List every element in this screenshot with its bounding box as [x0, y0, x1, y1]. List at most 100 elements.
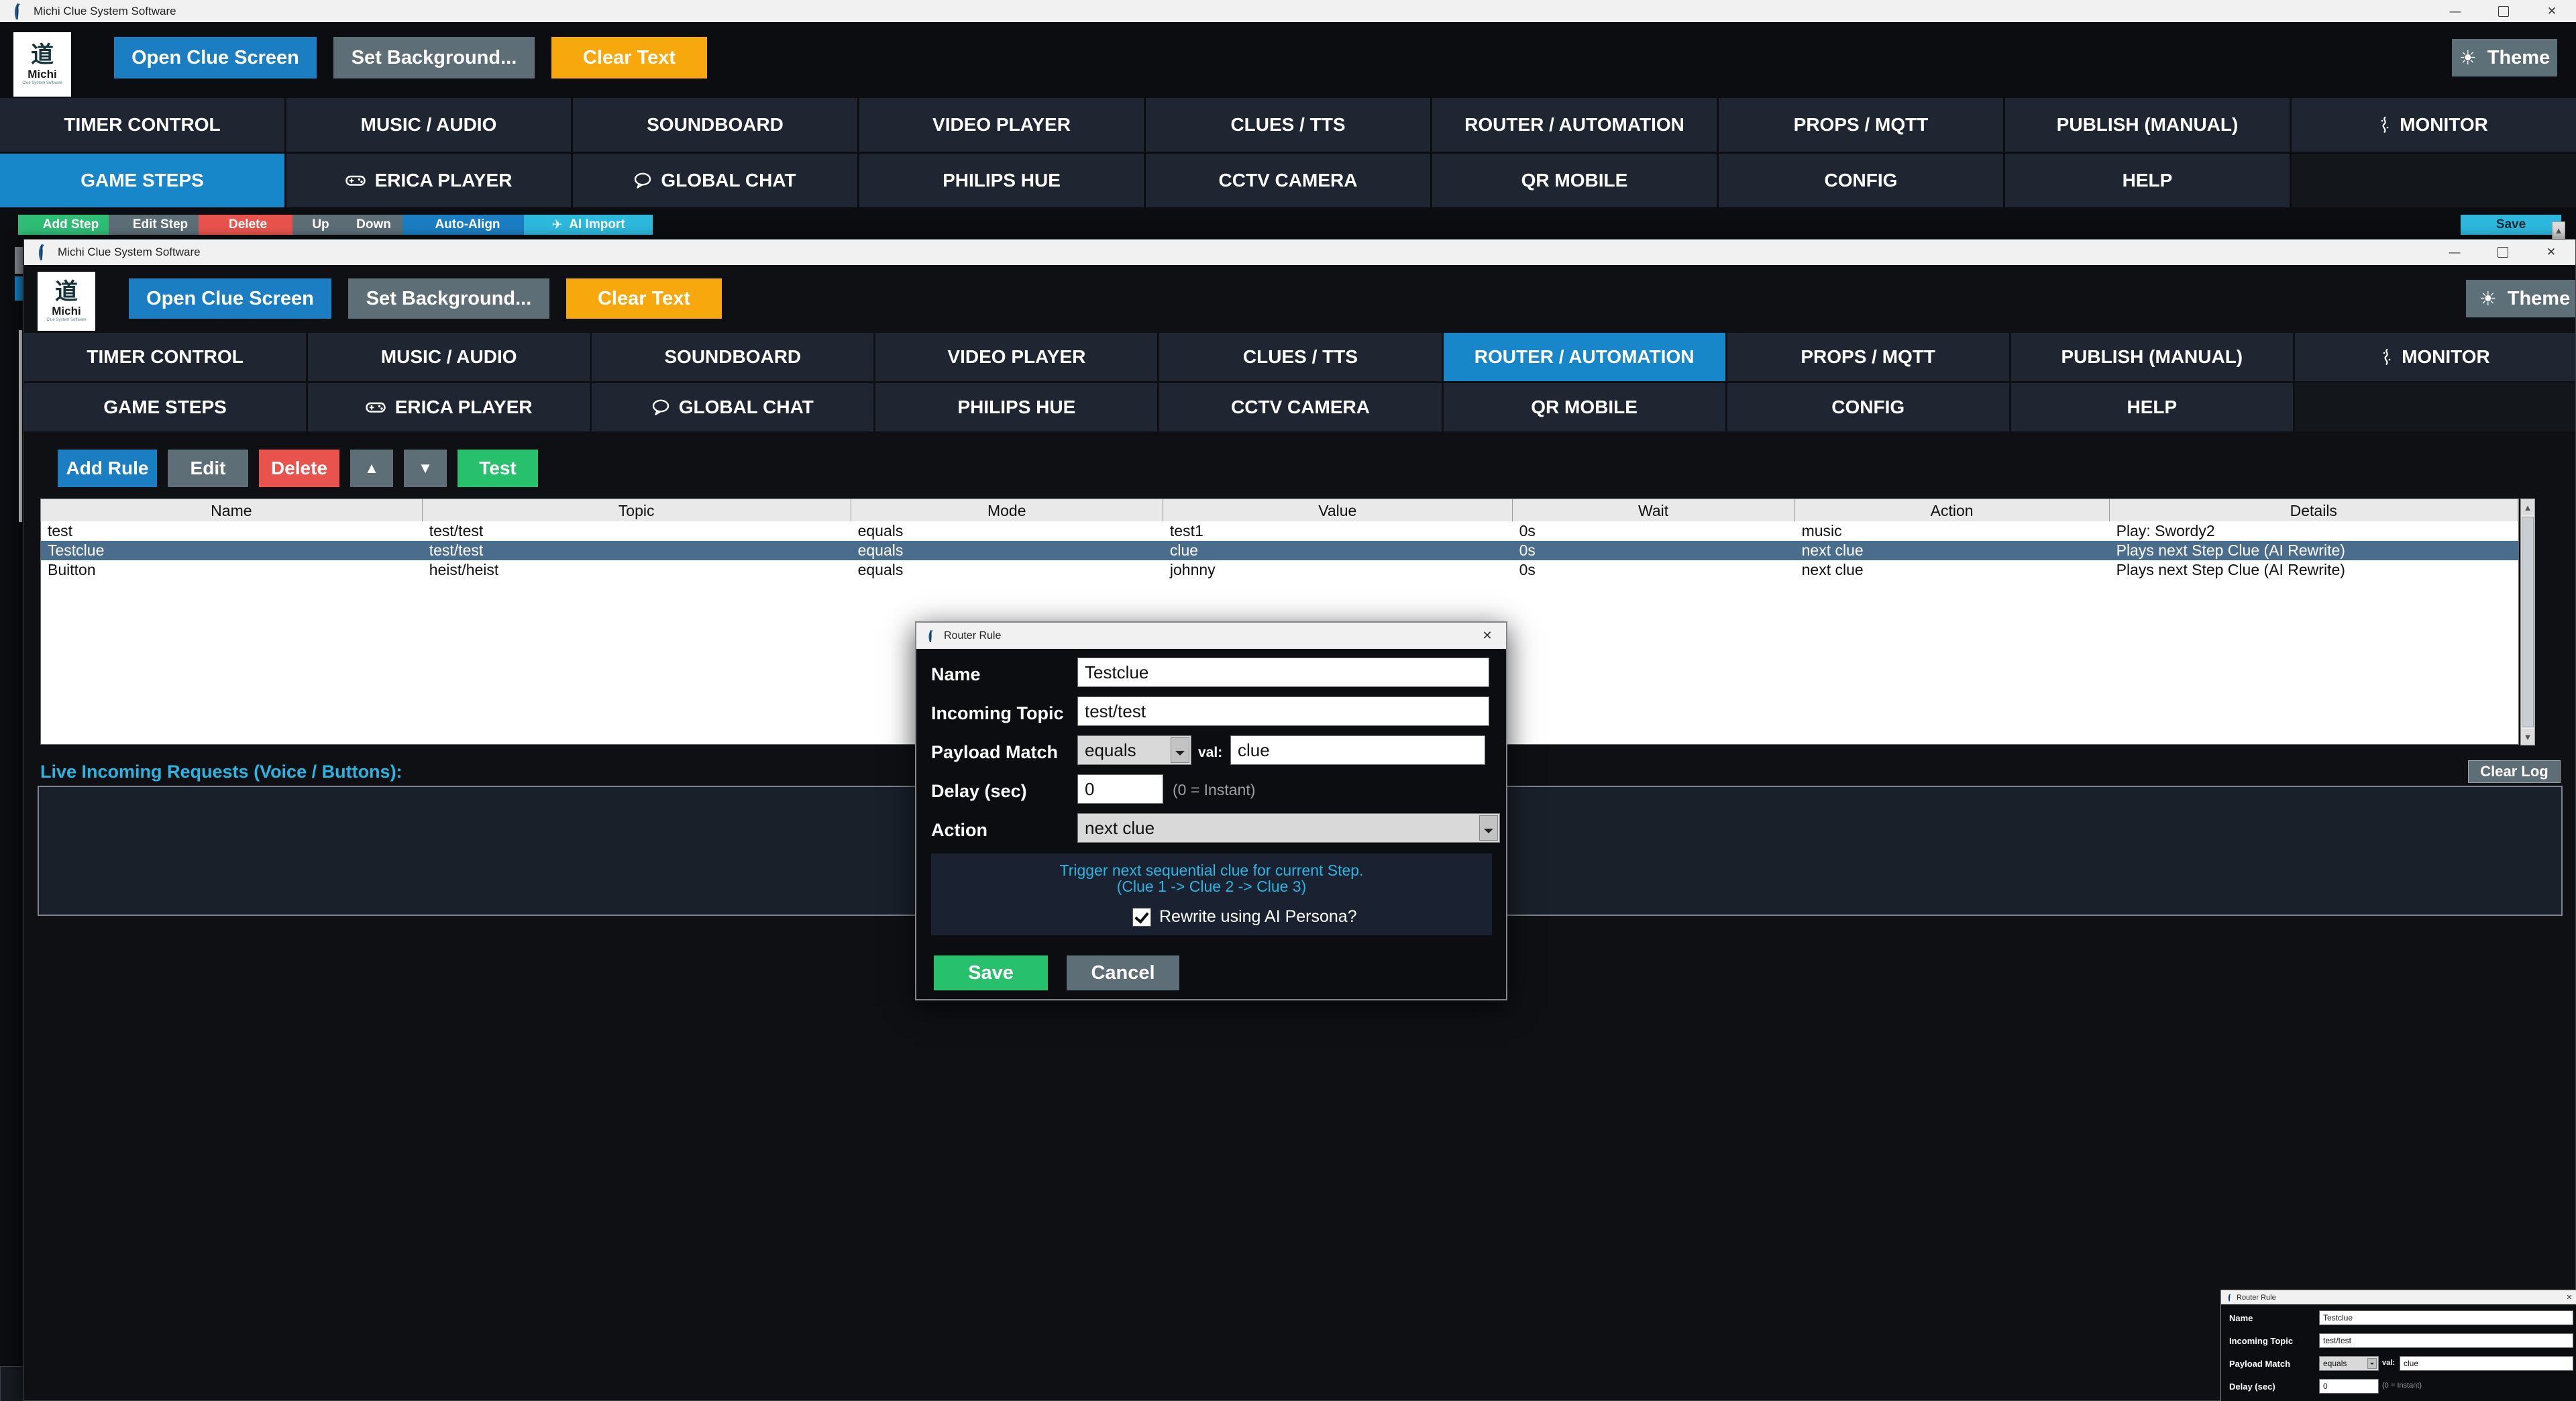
table-row[interactable]: Buittonheist/heistequalsjohnny0snext clu…	[41, 560, 2518, 580]
save-steps-button[interactable]: Save	[2461, 215, 2561, 235]
column-header-mode[interactable]: Mode	[851, 499, 1163, 522]
tab-music-audio[interactable]: MUSIC / AUDIO	[308, 333, 590, 381]
val-input[interactable]: clue	[2400, 1356, 2573, 1371]
delete-rule-button[interactable]: Delete	[259, 450, 339, 487]
tab-philips-hue[interactable]: PHILIPS HUE	[859, 154, 1144, 207]
theme-button[interactable]: ☀ Theme	[2452, 39, 2557, 76]
move-down-button[interactable]: Down	[337, 215, 411, 235]
tab-monitor[interactable]: MONITOR	[2295, 333, 2576, 381]
tab-soundboard[interactable]: SOUNDBOARD	[573, 98, 857, 152]
tab-music-audio[interactable]: MUSIC / AUDIO	[286, 98, 571, 152]
minimize-button[interactable]: —	[2430, 240, 2479, 265]
clear-text-button[interactable]: Clear Text	[551, 37, 707, 79]
scroll-up-icon[interactable]: ▲	[2521, 499, 2534, 515]
open-clue-screen-button[interactable]: Open Clue Screen	[129, 278, 331, 319]
delay-hint: (0 = Instant)	[2382, 1382, 2422, 1390]
tab-timer-control[interactable]: TIMER CONTROL	[0, 98, 284, 152]
tab-monitor[interactable]: MONITOR	[2292, 98, 2576, 152]
payload-match-select[interactable]: equals	[2319, 1356, 2379, 1371]
scroll-down-icon[interactable]: ▼	[2521, 729, 2534, 745]
tab-erica-player[interactable]: ERICA PLAYER	[286, 154, 571, 207]
tab-cctv-camera[interactable]: CCTV CAMERA	[1159, 383, 1441, 431]
tab-router-automation[interactable]: ROUTER / AUTOMATION	[1444, 333, 1725, 381]
tab-soundboard[interactable]: SOUNDBOARD	[592, 333, 873, 381]
edit-rule-button[interactable]: Edit	[168, 450, 248, 487]
cancel-button[interactable]: Cancel	[1067, 955, 1179, 990]
tab-router-automation[interactable]: ROUTER / AUTOMATION	[1432, 98, 1717, 152]
table-row[interactable]: Testcluetest/testequalsclue0snext cluePl…	[41, 541, 2518, 560]
tab-video-player[interactable]: VIDEO PLAYER	[875, 333, 1157, 381]
test-rule-button[interactable]: Test	[458, 450, 538, 487]
theme-button[interactable]: ☀ Theme	[2466, 280, 2576, 317]
tab-timer-control[interactable]: TIMER CONTROL	[24, 333, 306, 381]
delay-input[interactable]: 0	[1077, 774, 1163, 804]
delete-step-button[interactable]: Delete	[199, 215, 297, 235]
incoming-topic-input[interactable]: test/test	[1077, 696, 1489, 726]
column-header-details[interactable]: Details	[2110, 499, 2518, 522]
delay-input[interactable]: 0	[2319, 1379, 2379, 1394]
background-list-fragment	[15, 247, 23, 274]
chevron-down-icon[interactable]	[1171, 737, 1189, 763]
tab-props-mqtt[interactable]: PROPS / MQTT	[1719, 98, 2003, 152]
add-step-button[interactable]: Add Step	[18, 215, 123, 235]
column-header-topic[interactable]: Topic	[423, 499, 851, 522]
chevron-down-icon[interactable]	[1479, 815, 1498, 841]
move-rule-down-button[interactable]: ▼	[404, 450, 447, 487]
column-header-name[interactable]: Name	[41, 499, 423, 522]
clear-log-button[interactable]: Clear Log	[2468, 760, 2561, 783]
tab-publish-manual[interactable]: PUBLISH (MANUAL)	[2011, 333, 2293, 381]
tab-global-chat[interactable]: GLOBAL CHAT	[592, 383, 873, 431]
tab-qr-mobile[interactable]: QR MOBILE	[1432, 154, 1717, 207]
tab-props-mqtt[interactable]: PROPS / MQTT	[1727, 333, 2009, 381]
tab-cctv-camera[interactable]: CCTV CAMERA	[1146, 154, 1430, 207]
tab-clues-tts[interactable]: CLUES / TTS	[1146, 98, 1430, 152]
column-header-value[interactable]: Value	[1163, 499, 1513, 522]
table-scrollbar-thumb[interactable]	[2522, 517, 2534, 727]
payload-match-select[interactable]: equals	[1077, 735, 1191, 765]
close-button[interactable]: ✕	[2527, 240, 2575, 265]
tab-help[interactable]: HELP	[2011, 383, 2293, 431]
name-input[interactable]: Testclue	[2319, 1310, 2573, 1325]
tab-clues-tts[interactable]: CLUES / TTS	[1159, 333, 1441, 381]
save-button[interactable]: Save	[934, 955, 1048, 990]
tab-video-player[interactable]: VIDEO PLAYER	[859, 98, 1144, 152]
auto-align-button[interactable]: Auto-Align	[402, 215, 533, 235]
incoming-topic-input[interactable]: test/test	[2319, 1333, 2573, 1348]
tab-config[interactable]: CONFIG	[1719, 154, 2003, 207]
tab-game-steps[interactable]: GAME STEPS	[0, 154, 284, 207]
edit-step-button[interactable]: Edit Step	[109, 215, 212, 235]
dialog-close-button[interactable]: ✕	[1468, 623, 1506, 649]
tab-help[interactable]: HELP	[2005, 154, 2290, 207]
maximize-button[interactable]	[2479, 0, 2528, 22]
name-input[interactable]: Testclue	[1077, 658, 1489, 687]
maximize-button[interactable]	[2479, 240, 2527, 265]
dialog-close-button[interactable]: ✕	[2562, 1290, 2576, 1304]
rules-table-scrollbar[interactable]: ▲ ▼	[2520, 499, 2535, 745]
tab-erica-player[interactable]: ERICA PLAYER	[308, 383, 590, 431]
set-background-button[interactable]: Set Background...	[348, 278, 549, 319]
table-row[interactable]: testtest/testequalstest10smusicPlay: Swo…	[41, 521, 2518, 541]
action-select[interactable]: next clue	[1077, 813, 1500, 843]
ai-import-button[interactable]: ✈ AI Import	[524, 215, 653, 235]
open-clue-screen-button[interactable]: Open Clue Screen	[114, 37, 317, 79]
scroll-up-icon[interactable]: ▲	[2553, 222, 2565, 238]
clear-text-button[interactable]: Clear Text	[566, 278, 722, 319]
close-button[interactable]: ✕	[2528, 0, 2576, 22]
tab-config[interactable]: CONFIG	[1727, 383, 2009, 431]
tab-global-chat[interactable]: GLOBAL CHAT	[573, 154, 857, 207]
add-rule-button[interactable]: Add Rule	[58, 450, 157, 487]
move-rule-up-button[interactable]: ▲	[350, 450, 393, 487]
router-rule-dialog-preview[interactable]: Router Rule ✕ Name Testclue Incoming Top…	[2220, 1290, 2576, 1401]
tab-philips-hue[interactable]: PHILIPS HUE	[875, 383, 1157, 431]
rules-table-header[interactable]: NameTopicModeValueWaitActionDetails	[40, 499, 2519, 523]
checkbox-checked-icon[interactable]	[1132, 908, 1151, 927]
tab-qr-mobile[interactable]: QR MOBILE	[1444, 383, 1725, 431]
tab-publish-manual[interactable]: PUBLISH (MANUAL)	[2005, 98, 2290, 152]
column-header-wait[interactable]: Wait	[1513, 499, 1795, 522]
minimize-button[interactable]: —	[2431, 0, 2479, 22]
chevron-down-icon[interactable]	[2367, 1358, 2377, 1369]
set-background-button[interactable]: Set Background...	[333, 37, 535, 79]
val-input[interactable]: clue	[1230, 735, 1485, 765]
tab-game-steps[interactable]: GAME STEPS	[24, 383, 306, 431]
column-header-action[interactable]: Action	[1795, 499, 2110, 522]
